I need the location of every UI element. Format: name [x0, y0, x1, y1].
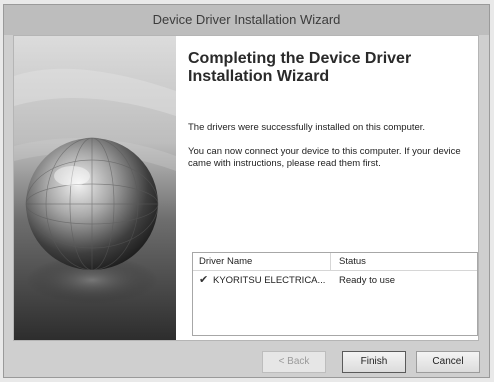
list-header: Driver Name Status: [193, 253, 477, 271]
wizard-banner-image: [14, 36, 176, 340]
driver-status-cell: Ready to use: [339, 275, 395, 286]
wizard-window: Device Driver Installation Wizard Comple…: [3, 4, 490, 378]
page-heading: Completing the Device Driver Installatio…: [188, 50, 412, 85]
button-bar: < Back Finish Cancel: [4, 341, 489, 379]
instructions-message: You can now connect your device to this …: [188, 146, 461, 169]
check-icon: ✔: [199, 274, 209, 286]
wizard-client-area: Completing the Device Driver Installatio…: [13, 35, 479, 341]
window-title: Device Driver Installation Wizard: [4, 5, 489, 35]
column-header-driver-name[interactable]: Driver Name: [199, 256, 252, 267]
back-button[interactable]: < Back: [262, 351, 326, 373]
table-row[interactable]: ✔ KYORITSU ELECTRICA... Ready to use: [193, 273, 477, 289]
finish-button[interactable]: Finish: [342, 351, 406, 373]
wizard-content: Completing the Device Driver Installatio…: [188, 36, 478, 340]
success-message: The drivers were successfully installed …: [188, 122, 426, 133]
column-header-status[interactable]: Status: [339, 256, 366, 267]
driver-list[interactable]: Driver Name Status ✔ KYORITSU ELECTRICA.…: [192, 252, 478, 336]
cancel-button[interactable]: Cancel: [416, 351, 480, 373]
column-divider[interactable]: [330, 253, 331, 271]
driver-name-cell: KYORITSU ELECTRICA...: [213, 275, 326, 286]
